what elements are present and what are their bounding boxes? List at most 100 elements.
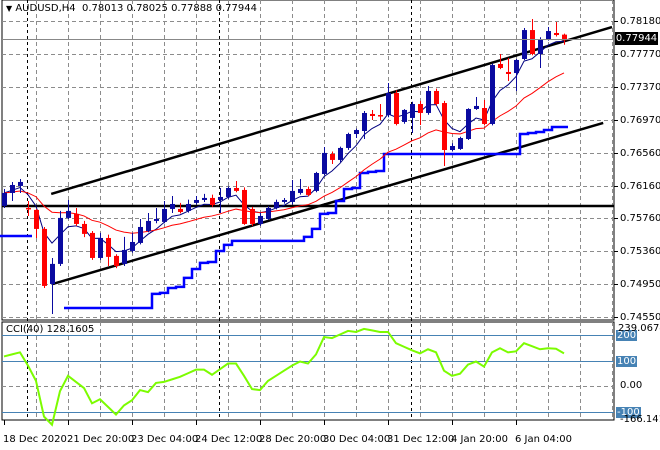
bull-candle — [130, 241, 135, 251]
price-tick-label-text: 0.78180 — [620, 15, 660, 27]
bear-candle — [26, 207, 31, 210]
bull-candle — [466, 108, 471, 139]
symbol-label: AUDUSD,H4 — [15, 3, 76, 14]
chart-canvas[interactable] — [0, 0, 660, 450]
bull-candle — [314, 172, 319, 191]
price-tick-label: 0.76160 — [620, 181, 660, 193]
bull-candle — [58, 217, 63, 264]
bull-candle — [138, 226, 143, 243]
bull-candle — [490, 65, 495, 124]
bull-candle — [170, 203, 175, 209]
bull-candle — [282, 199, 287, 202]
price-tick-label-text: 0.75760 — [620, 212, 660, 224]
price-tick-label: 0.74950 — [620, 279, 660, 291]
time-label: 21 Dec 20:00 — [67, 434, 134, 446]
cci-max-label-text: 239.0674 — [618, 323, 660, 334]
time-label: 23 Dec 04:00 — [131, 434, 198, 446]
time-label: 18 Dec 2020 — [3, 434, 67, 446]
channel-trendline — [50, 25, 613, 196]
bull-candle — [402, 109, 407, 122]
time-label: 28 Dec 20:00 — [259, 434, 326, 446]
price-tick-label: 0.77370 — [620, 82, 660, 94]
price-tick-label-text: 0.75360 — [620, 245, 660, 257]
cci-level-label-text: 100 — [616, 355, 638, 367]
bear-candle — [498, 63, 503, 68]
bear-candle — [42, 228, 47, 286]
bear-candle — [106, 237, 111, 257]
time-label-text: 28 Dec 20:00 — [259, 434, 327, 445]
bear-candle — [250, 208, 255, 224]
bear-candle — [74, 213, 79, 224]
bull-candle — [10, 184, 15, 193]
bull-candle — [354, 130, 359, 135]
bear-candle — [370, 113, 375, 116]
collapse-triangle-icon[interactable]: ▼ — [6, 4, 12, 13]
price-tick-label-text: 0.76970 — [620, 114, 660, 126]
time-label: 24 Dec 12:00 — [195, 434, 262, 446]
bull-candle — [514, 59, 519, 74]
bull-candle — [186, 203, 191, 211]
bear-candle — [530, 30, 535, 55]
price-tick-label: 0.74550 — [620, 312, 660, 324]
cci-min-label: -166.1414 — [620, 414, 660, 426]
bull-candle — [538, 39, 543, 55]
time-label: 6 Jan 04:00 — [515, 434, 572, 446]
bull-candle — [98, 237, 103, 258]
bear-candle — [210, 197, 215, 205]
bear-candle — [554, 32, 559, 36]
time-label-text: 4 Jan 20:00 — [451, 434, 508, 445]
bull-candle — [386, 92, 391, 116]
price-tick-label-text: 0.74950 — [620, 278, 660, 290]
bull-candle — [362, 112, 367, 131]
bull-candle — [66, 210, 71, 218]
bull-candle — [346, 134, 351, 148]
bull-candle — [426, 90, 431, 113]
bull-candle — [410, 104, 415, 118]
price-tick-label: 0.78180 — [620, 16, 660, 28]
cci-label: CCI(40) 128.1605 — [6, 324, 95, 335]
bull-candle — [450, 146, 455, 150]
bull-candle — [194, 199, 199, 203]
bull-candle — [18, 181, 23, 186]
bear-candle — [434, 90, 439, 105]
price-tick-label-text: 0.76560 — [620, 147, 660, 159]
cci-pane-border — [1, 321, 615, 421]
bull-candle — [522, 30, 527, 59]
bull-candle — [274, 201, 279, 208]
bull-candle — [218, 196, 223, 200]
bear-candle — [442, 103, 447, 150]
price-tick-label: 0.76970 — [620, 115, 660, 127]
step-indicator-line — [64, 125, 568, 310]
price-tick-label-text: 0.77770 — [620, 48, 660, 60]
bear-candle — [418, 104, 423, 113]
time-label: 30 Dec 04:00 — [323, 434, 390, 446]
bull-candle — [458, 138, 463, 149]
bull-candle — [146, 220, 151, 231]
ohlc-readout: 0.78013 0.78025 0.77888 0.77944 — [82, 3, 257, 14]
cci-level-label: 100 — [616, 355, 638, 368]
bear-candle — [394, 92, 399, 124]
cci-zero-label-text: 0.00 — [620, 380, 643, 391]
bull-candle — [202, 197, 207, 200]
bull-candle — [266, 207, 271, 219]
bull-candle — [546, 31, 551, 40]
bull-candle — [258, 215, 263, 224]
time-label-text: 18 Dec 2020 — [3, 434, 67, 445]
bear-candle — [234, 187, 239, 191]
cci-max-label: 239.0674 — [618, 323, 660, 335]
bull-candle — [154, 218, 159, 221]
price-tick-label: 0.76560 — [620, 148, 660, 160]
bear-candle — [34, 209, 39, 229]
price-tick-label: 0.75760 — [620, 213, 660, 225]
current-price-tag: 0.77944 — [615, 32, 658, 45]
cci-zero-label: 0.00 — [620, 380, 642, 392]
bull-candle — [50, 263, 55, 284]
bear-candle — [82, 223, 87, 234]
bear-candle — [90, 232, 95, 258]
time-label-text: 6 Jan 04:00 — [515, 434, 572, 445]
bear-candle — [178, 208, 183, 212]
bull-candle — [290, 190, 295, 202]
price-tick-label: 0.75360 — [620, 246, 660, 258]
time-label-text: 21 Dec 20:00 — [67, 434, 135, 445]
bear-candle — [378, 115, 383, 117]
